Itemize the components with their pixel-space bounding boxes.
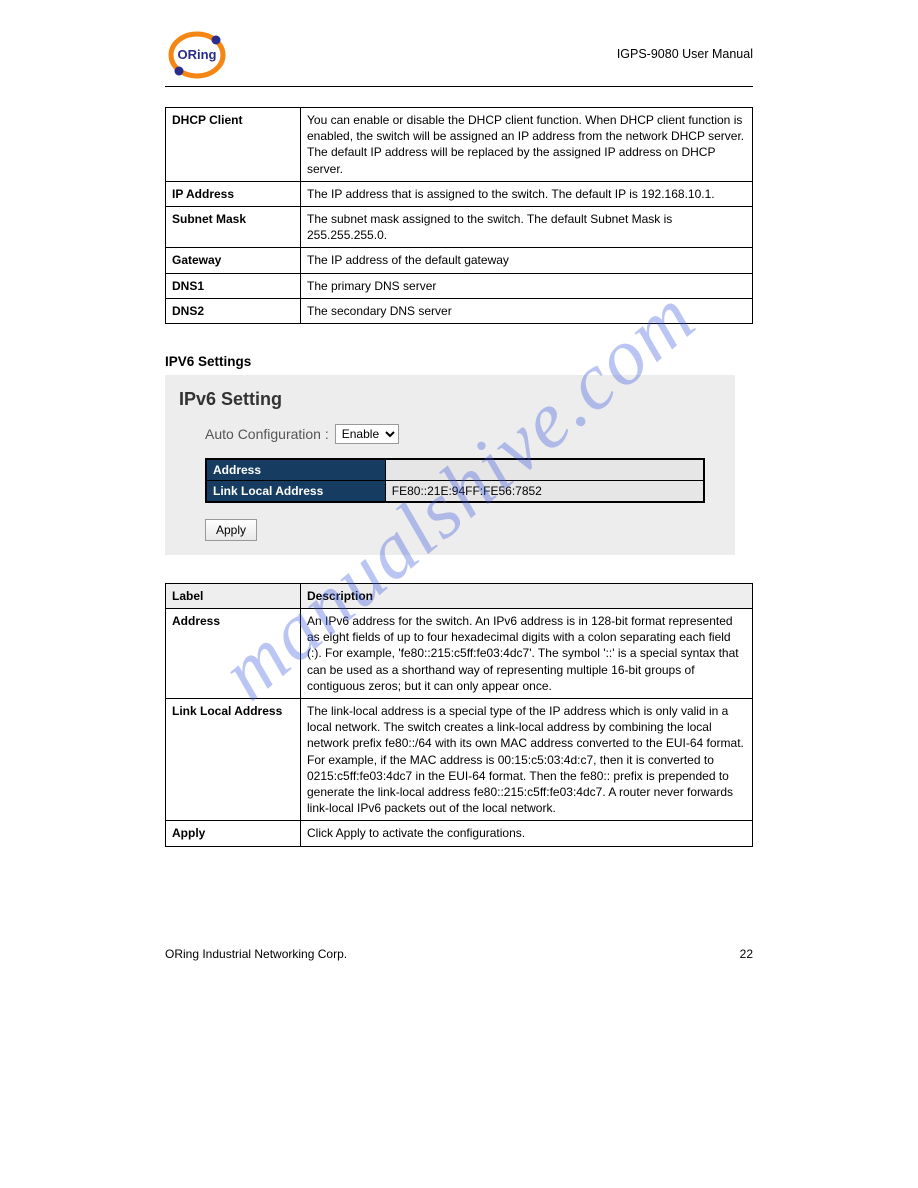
row-label: Apply: [166, 821, 301, 846]
page-footer: ORing Industrial Networking Corp. 22: [0, 947, 918, 991]
copyright-text: ORing Industrial Networking Corp.: [165, 947, 347, 961]
row-desc: The primary DNS server: [301, 273, 753, 298]
row-desc: You can enable or disable the DHCP clien…: [301, 108, 753, 182]
ipv6-section-heading: IPV6 Settings: [165, 354, 753, 369]
row-desc: Click Apply to activate the configuratio…: [301, 821, 753, 846]
page-number: 22: [740, 947, 753, 961]
page-header: ORing IGPS-9080 User Manual: [165, 30, 753, 86]
row-label: IP Address: [166, 181, 301, 206]
auto-configuration-row: Auto Configuration : Enable: [205, 424, 721, 444]
link-local-address-label: Link Local Address: [206, 480, 385, 502]
table-row: Address An IPv6 address for the switch. …: [166, 609, 753, 699]
link-local-address-value: FE80::21E:94FF:FE56:7852: [385, 480, 704, 502]
auto-configuration-select[interactable]: Enable: [335, 424, 399, 444]
oring-logo: ORing: [165, 30, 229, 80]
row-desc: The IP address of the default gateway: [301, 248, 753, 273]
header-divider: [165, 86, 753, 87]
row-desc: An IPv6 address for the switch. An IPv6 …: [301, 609, 753, 699]
row-desc: The IP address that is assigned to the s…: [301, 181, 753, 206]
address-label: Address: [206, 459, 385, 481]
doc-title: IGPS-9080 User Manual: [617, 47, 753, 63]
table-row: Link Local Address FE80::21E:94FF:FE56:7…: [206, 480, 704, 502]
row-desc: The link-local address is a special type…: [301, 699, 753, 821]
row-label: Gateway: [166, 248, 301, 273]
row-label: Link Local Address: [166, 699, 301, 821]
column-header-label: Label: [166, 583, 301, 608]
apply-button[interactable]: Apply: [205, 519, 257, 541]
table-row: Apply Click Apply to activate the config…: [166, 821, 753, 846]
table-row: Gateway The IP address of the default ga…: [166, 248, 753, 273]
table-row: DHCP Client You can enable or disable th…: [166, 108, 753, 182]
ipv6-description-table: Label Description Address An IPv6 addres…: [165, 583, 753, 847]
table-row: Link Local Address The link-local addres…: [166, 699, 753, 821]
table-row: Address: [206, 459, 704, 481]
column-header-description: Description: [301, 583, 753, 608]
panel-title: IPv6 Setting: [179, 389, 721, 410]
table-row: Subnet Mask The subnet mask assigned to …: [166, 206, 753, 247]
table-row: IP Address The IP address that is assign…: [166, 181, 753, 206]
ipv6-setting-panel: IPv6 Setting Auto Configuration : Enable…: [165, 375, 735, 555]
address-value: [385, 459, 704, 481]
row-desc: The secondary DNS server: [301, 298, 753, 323]
ipv6-address-table: Address Link Local Address FE80::21E:94F…: [205, 458, 705, 503]
row-label: Address: [166, 609, 301, 699]
table-row: DNS1 The primary DNS server: [166, 273, 753, 298]
row-desc: The subnet mask assigned to the switch. …: [301, 206, 753, 247]
ip-settings-table: DHCP Client You can enable or disable th…: [165, 107, 753, 324]
row-label: Subnet Mask: [166, 206, 301, 247]
row-label: DHCP Client: [166, 108, 301, 182]
row-label: DNS1: [166, 273, 301, 298]
row-label: DNS2: [166, 298, 301, 323]
svg-text:ORing: ORing: [178, 47, 217, 62]
auto-configuration-label: Auto Configuration :: [205, 426, 329, 442]
table-row: DNS2 The secondary DNS server: [166, 298, 753, 323]
